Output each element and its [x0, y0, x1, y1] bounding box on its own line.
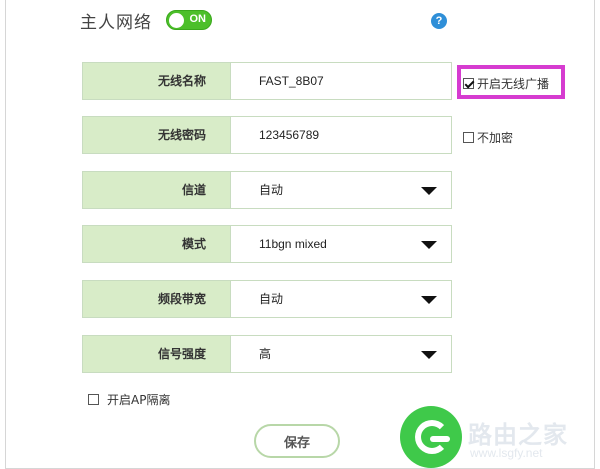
channel-select[interactable]: 自动 — [231, 172, 451, 208]
bandwidth-value: 自动 — [259, 292, 284, 306]
channel-value: 自动 — [259, 183, 284, 197]
chevron-down-icon[interactable] — [421, 296, 437, 304]
broadcast-label: 开启无线广播 — [477, 77, 550, 91]
bandwidth-select[interactable]: 自动 — [231, 281, 451, 317]
password-label: 无线密码 — [83, 117, 231, 153]
chevron-down-icon[interactable] — [421, 241, 437, 249]
toggle-knob — [169, 13, 184, 28]
channel-row: 信道 自动 — [82, 171, 452, 209]
mode-row: 模式 11bgn mixed — [82, 225, 452, 263]
host-network-toggle[interactable]: ON — [166, 10, 212, 30]
logo-bar — [430, 436, 450, 442]
ssid-row: 无线名称 FAST_8B07 — [82, 62, 452, 100]
save-button[interactable]: 保存 — [254, 424, 340, 458]
password-input[interactable]: 123456789 — [231, 117, 451, 153]
password-row: 无线密码 123456789 — [82, 116, 452, 154]
signal-value: 高 — [259, 347, 272, 361]
channel-label: 信道 — [83, 172, 231, 208]
ssid-input[interactable]: FAST_8B07 — [231, 63, 451, 99]
signal-label: 信号强度 — [83, 336, 231, 372]
no-encrypt-checkbox[interactable] — [463, 132, 474, 143]
mode-select[interactable]: 11bgn mixed — [231, 226, 451, 262]
chevron-down-icon[interactable] — [421, 187, 437, 195]
toggle-label: ON — [189, 13, 207, 25]
broadcast-checkbox[interactable] — [463, 78, 474, 89]
ssid-label: 无线名称 — [83, 63, 231, 99]
page-title: 主人网络 — [80, 12, 152, 33]
no-encrypt-label: 不加密 — [477, 131, 514, 145]
mode-value: 11bgn mixed — [259, 237, 327, 251]
header: 主人网络 ON — [80, 8, 212, 33]
mode-label: 模式 — [83, 226, 231, 262]
signal-row: 信号强度 高 — [82, 335, 452, 373]
ap-isolation-option[interactable]: 开启AP隔离 — [88, 391, 170, 408]
watermark-logo — [400, 406, 462, 468]
ap-isolation-checkbox[interactable] — [88, 394, 99, 405]
help-icon[interactable]: ? — [431, 13, 447, 29]
chevron-down-icon[interactable] — [421, 351, 437, 359]
bandwidth-row: 频段带宽 自动 — [82, 280, 452, 318]
broadcast-option[interactable]: 开启无线广播 — [463, 75, 549, 92]
no-encrypt-option[interactable]: 不加密 — [463, 129, 513, 146]
ap-isolation-label: 开启AP隔离 — [107, 393, 171, 407]
watermark-url: www.lsgfy.net — [470, 446, 543, 460]
watermark-text: 路由之家 — [468, 421, 568, 449]
signal-select[interactable]: 高 — [231, 336, 451, 372]
bandwidth-label: 频段带宽 — [83, 281, 231, 317]
